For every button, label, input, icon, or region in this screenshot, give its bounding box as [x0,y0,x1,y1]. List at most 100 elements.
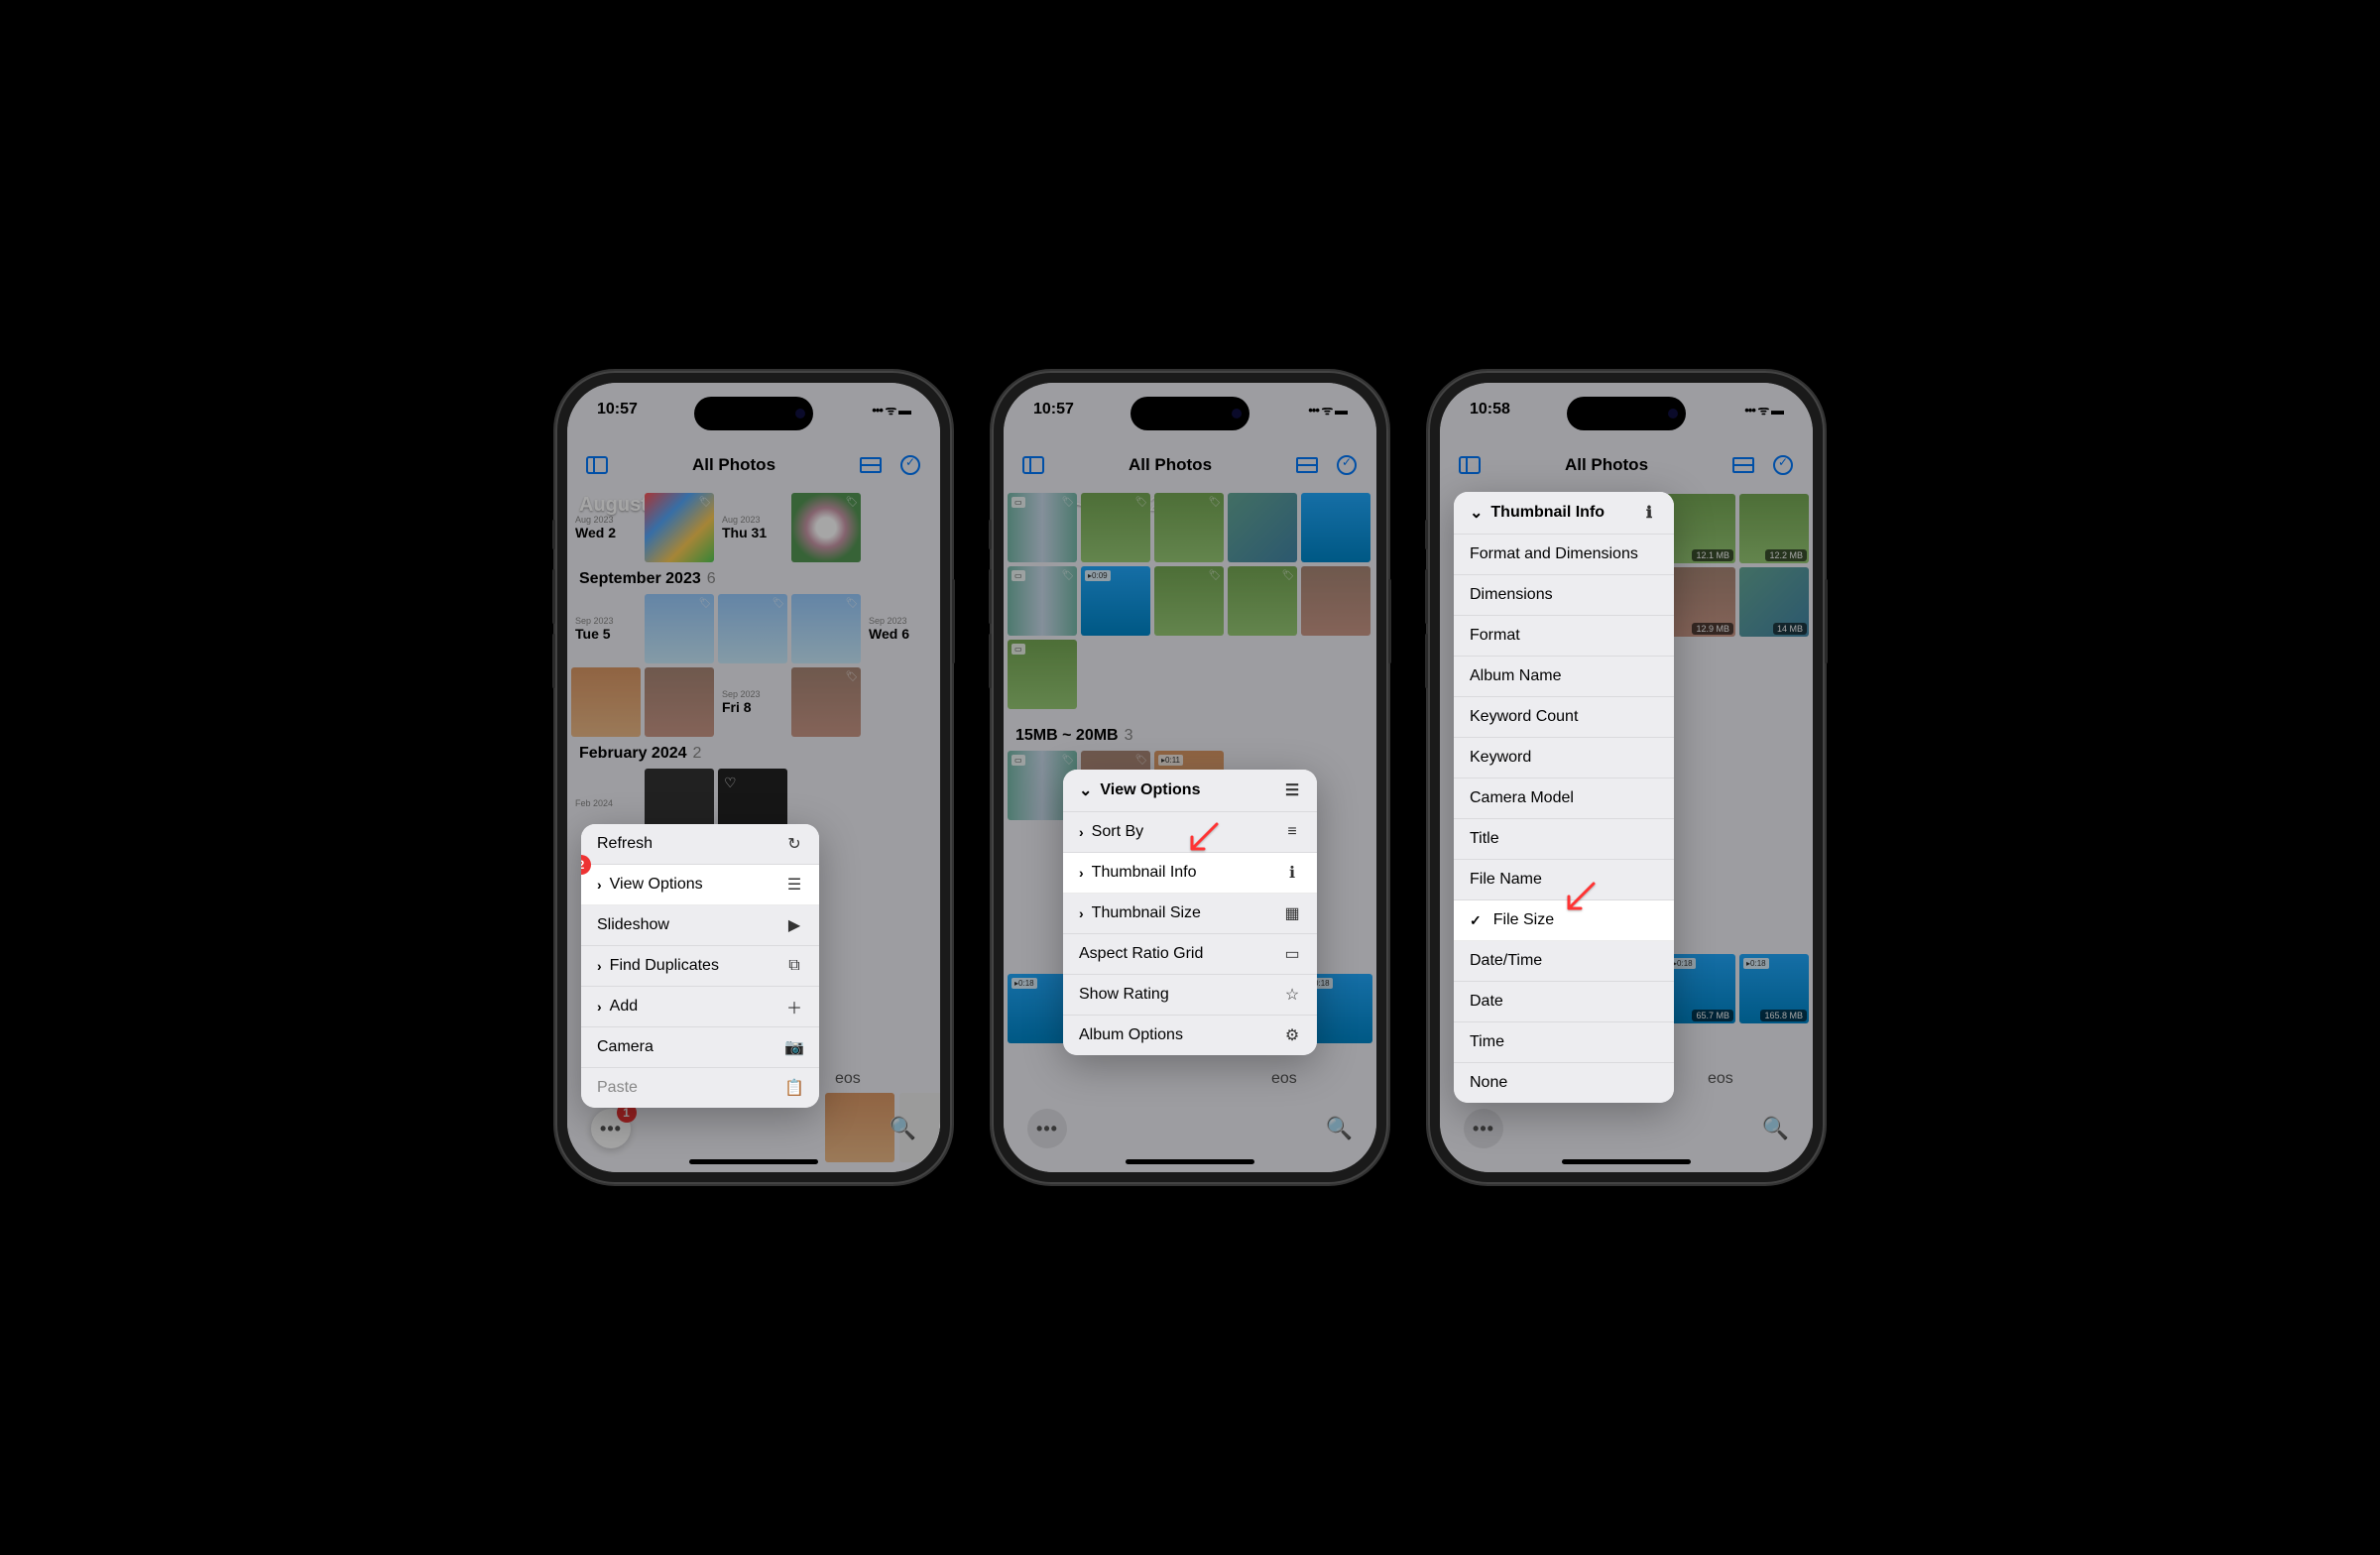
menu-keyword-count[interactable]: Keyword Count [1454,697,1674,738]
sidebar-toggle-icon[interactable] [1458,453,1482,477]
section-header: February 2024 [579,745,687,762]
photo-thumb[interactable]: 🏷▭ [1008,493,1077,562]
photo-thumb[interactable]: 🏷▭ [1008,566,1077,636]
home-indicator[interactable] [1562,1159,1691,1164]
phone-3: 10:58 ••• ᯤ ▬ All Photos 12.1 MB 12.2 MB… [1428,371,1825,1184]
home-indicator[interactable] [1126,1159,1254,1164]
group-label: 15MB ~ 20MB [1015,727,1119,744]
photo-thumb[interactable]: 🏷 [791,667,861,737]
side-button [552,520,555,549]
more-button[interactable]: ••• 1 [591,1109,631,1148]
photo-thumb[interactable]: 🏷 [1228,566,1297,636]
inbox-icon[interactable] [859,453,883,477]
photo-thumb[interactable] [1228,493,1297,562]
inbox-icon[interactable] [1295,453,1319,477]
menu-title[interactable]: Title [1454,819,1674,860]
info-icon: ℹ [1640,504,1658,522]
menu-file-name[interactable]: File Name [1454,860,1674,900]
photo-thumb[interactable]: 🏷 [791,493,861,562]
video-duration: ▸0:09 [1085,570,1111,581]
status-indicators: ••• ᯤ ▬ [872,401,910,419]
video-thumb[interactable]: ▸0:09 [1081,566,1150,636]
menu-paste[interactable]: Paste 📋 [581,1068,819,1108]
menu-slideshow[interactable]: Slideshow ▶ [581,905,819,946]
photo-thumb[interactable]: 🏷 [1154,493,1224,562]
status-time: 10:57 [597,401,638,419]
menu-time[interactable]: Time [1454,1022,1674,1063]
photo-thumb[interactable]: 12.9 MB [1666,567,1735,637]
inbox-icon[interactable] [1731,453,1755,477]
status-indicators: ••• ᯤ ▬ [1744,401,1783,419]
section-fragment: eos [835,1070,861,1088]
photo-thumb[interactable]: 12.2 MB [1739,494,1809,563]
menu-refresh[interactable]: Refresh ↻ [581,824,819,865]
photo-thumb[interactable]: 🏷 [645,493,714,562]
photo-thumb[interactable]: 🏷 [718,594,787,663]
photo-thumb[interactable] [571,667,641,737]
more-button[interactable]: ••• [1464,1109,1503,1148]
menu-album-name[interactable]: Album Name [1454,657,1674,697]
select-icon[interactable] [898,453,922,477]
photo-thumb[interactable]: 🏷 [1081,493,1150,562]
menu-format-dimensions[interactable]: Format and Dimensions [1454,535,1674,575]
volume-down-button [552,634,555,688]
info-icon: ℹ [1283,864,1301,882]
photo-thumb[interactable]: 🏷 [1154,566,1224,636]
menu-view-options[interactable]: ›View Options ☰ 2 [581,865,819,905]
search-icon[interactable]: 🔍 [890,1116,916,1141]
heart-icon: ♡ [724,775,737,791]
page-title: All Photos [1565,455,1648,475]
menu-aspect-ratio[interactable]: Aspect Ratio Grid ▭ [1063,934,1317,975]
photo-thumb[interactable]: 🏷 [791,594,861,663]
menu-album-options[interactable]: Album Options ⚙ [1063,1016,1317,1055]
home-indicator[interactable] [689,1159,818,1164]
file-size-badge: 165.8 MB [1760,1010,1807,1021]
menu-none[interactable]: None [1454,1063,1674,1103]
chevron-right-icon: › [1079,824,1084,840]
menu-thumbnail-info[interactable]: ›Thumbnail Info ℹ [1063,853,1317,894]
menu-header-view-options[interactable]: ⌄View Options ☰ [1063,770,1317,812]
search-icon[interactable]: 🔍 [1326,1116,1353,1141]
menu-format[interactable]: Format [1454,616,1674,657]
video-thumb[interactable]: ▸0:1865.7 MB [1666,954,1735,1023]
menu-header-thumbnail-info[interactable]: ⌄Thumbnail Info ℹ [1454,492,1674,535]
video-duration: ▸0:11 [1158,755,1183,766]
menu-date[interactable]: Date [1454,982,1674,1022]
view-options-menu: ⌄View Options ☰ ›Sort By ≡ ›Thumbnail In… [1063,770,1317,1055]
menu-keyword[interactable]: Keyword [1454,738,1674,778]
menu-sort-by[interactable]: ›Sort By ≡ [1063,812,1317,853]
section-header: September 2023 [579,570,701,587]
volume-up-button [989,569,992,624]
select-icon[interactable] [1771,453,1795,477]
section-fragment: eos [1271,1070,1297,1088]
sidebar-toggle-icon[interactable] [1021,453,1045,477]
search-icon[interactable]: 🔍 [1762,1116,1789,1141]
menu-show-rating[interactable]: Show Rating ☆ [1063,975,1317,1016]
sliders-icon: ☰ [785,876,803,894]
menu-file-size[interactable]: ✓File Size [1454,900,1674,941]
select-icon[interactable] [1335,453,1359,477]
menu-dimensions[interactable]: Dimensions [1454,575,1674,616]
volume-up-button [552,569,555,624]
photo-thumb[interactable]: 🏷 [645,594,714,663]
photo-thumb[interactable] [1301,493,1370,562]
sidebar-toggle-icon[interactable] [585,453,609,477]
menu-camera[interactable]: Camera 📷 [581,1027,819,1068]
menu-add[interactable]: ›Add ＋ [581,987,819,1027]
photo-thumb[interactable] [1301,566,1370,636]
photo-thumb[interactable]: ▭ [1008,640,1077,709]
menu-find-duplicates[interactable]: ›Find Duplicates ⧉ [581,946,819,987]
menu-camera-model[interactable]: Camera Model [1454,778,1674,819]
menu-thumbnail-size[interactable]: ›Thumbnail Size ▦ [1063,894,1317,934]
clipboard-icon: 📋 [785,1079,803,1097]
section-count: 6 [707,570,716,587]
menu-date-time[interactable]: Date/Time [1454,941,1674,982]
aspect-icon: ▭ [1283,945,1301,963]
photo-thumb[interactable]: 14 MB [1739,567,1809,637]
section-count: 2 [693,745,702,762]
more-button[interactable]: ••• [1027,1109,1067,1148]
status-time: 10:58 [1470,401,1510,419]
photo-thumb[interactable]: 12.1 MB [1666,494,1735,563]
video-thumb[interactable]: ▸0:18165.8 MB [1739,954,1809,1023]
photo-thumb[interactable] [645,667,714,737]
